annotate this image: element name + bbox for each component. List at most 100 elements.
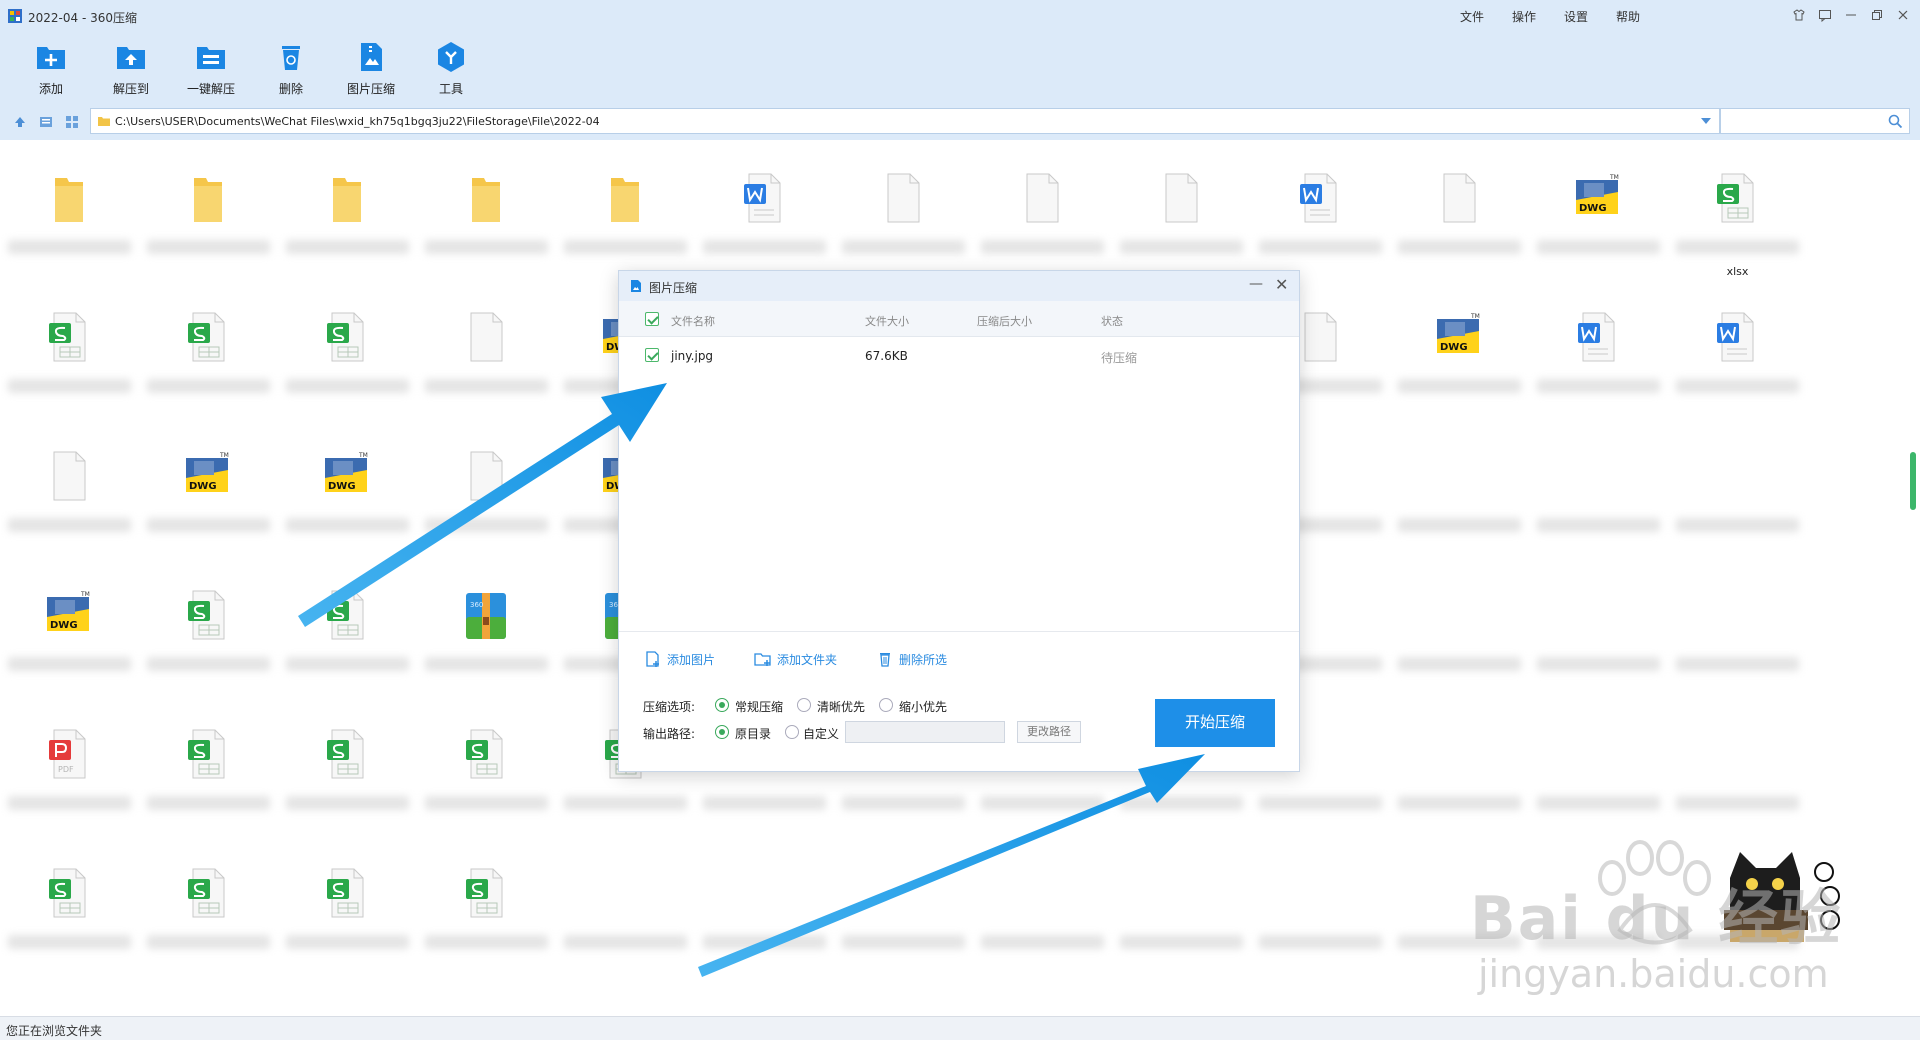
file-item[interactable] — [139, 696, 278, 835]
maximize-icon[interactable] — [1868, 6, 1886, 24]
file-item[interactable]: DWG TM — [139, 418, 278, 557]
file-item[interactable] — [417, 418, 556, 557]
file-item[interactable]: DWG TM — [1390, 279, 1529, 418]
file-item[interactable] — [973, 140, 1112, 279]
delete-button[interactable]: 删除 — [256, 40, 326, 97]
file-item[interactable] — [1112, 140, 1251, 279]
file-item[interactable] — [1390, 140, 1529, 279]
scrollbar-thumb[interactable] — [1910, 452, 1916, 510]
file-item[interactable] — [1390, 557, 1529, 696]
file-item[interactable]: PDF — [0, 696, 139, 835]
minimize-icon[interactable] — [1842, 6, 1860, 24]
add-image-button[interactable]: 添加图片 — [643, 649, 715, 669]
menu-file[interactable]: 文件 — [1460, 8, 1484, 25]
delete-selected-button[interactable]: 删除所选 — [875, 649, 947, 669]
file-item[interactable] — [0, 418, 139, 557]
svg-text:DWG: DWG — [1440, 342, 1468, 353]
file-item[interactable] — [1529, 696, 1668, 835]
file-item[interactable] — [1668, 279, 1807, 418]
file-item[interactable] — [278, 279, 417, 418]
dialog-close-icon[interactable]: ✕ — [1275, 275, 1288, 294]
file-item[interactable] — [0, 140, 139, 279]
search-input[interactable] — [1725, 109, 1885, 133]
select-all-checkbox[interactable] — [645, 312, 659, 326]
file-item[interactable] — [1390, 418, 1529, 557]
file-item[interactable] — [417, 835, 556, 974]
file-item[interactable] — [973, 835, 1112, 974]
up-folder-icon[interactable] — [12, 114, 28, 130]
file-item[interactable] — [695, 140, 834, 279]
start-compress-button[interactable]: 开始压缩 — [1155, 699, 1275, 747]
file-item[interactable] — [417, 696, 556, 835]
file-item[interactable] — [278, 696, 417, 835]
column-compressed-size[interactable]: 压缩后大小 — [977, 313, 1032, 329]
radio-clarity-first[interactable] — [797, 698, 811, 712]
extract-to-button[interactable]: 解压到 — [96, 40, 166, 97]
file-item[interactable]: DWG TM — [1529, 140, 1668, 279]
file-item[interactable] — [0, 835, 139, 974]
column-size[interactable]: 文件大小 — [865, 313, 909, 329]
radio-normal-compress[interactable] — [715, 698, 729, 712]
radio-custom-label[interactable]: 自定义 — [803, 725, 839, 742]
file-item[interactable] — [139, 140, 278, 279]
radio-original-dir[interactable] — [715, 725, 729, 739]
tools-button[interactable]: 工具 — [416, 40, 486, 97]
file-item[interactable] — [139, 279, 278, 418]
file-item[interactable] — [1390, 696, 1529, 835]
file-item[interactable] — [1529, 418, 1668, 557]
skin-icon[interactable] — [1790, 6, 1808, 24]
radio-clarity-label[interactable]: 清晰优先 — [817, 698, 865, 715]
row-checkbox[interactable] — [645, 348, 659, 362]
path-input[interactable]: C:\Users\USER\Documents\WeChat Files\wxi… — [90, 108, 1720, 134]
file-item[interactable] — [1668, 557, 1807, 696]
file-item[interactable] — [1251, 140, 1390, 279]
file-item[interactable] — [1529, 557, 1668, 696]
file-item[interactable] — [1668, 696, 1807, 835]
radio-original-dir-label[interactable]: 原目录 — [735, 725, 771, 742]
file-item[interactable] — [139, 835, 278, 974]
menu-settings[interactable]: 设置 — [1564, 8, 1588, 25]
file-item[interactable] — [1668, 418, 1807, 557]
message-icon[interactable] — [1816, 6, 1834, 24]
file-item[interactable] — [278, 835, 417, 974]
radio-smaller-label[interactable]: 缩小优先 — [899, 698, 947, 715]
file-item[interactable] — [834, 835, 973, 974]
image-compress-button[interactable]: 图片压缩 — [336, 40, 406, 97]
grid-view-icon[interactable] — [64, 114, 80, 130]
change-path-button[interactable]: 更改路径 — [1017, 721, 1081, 743]
menu-help[interactable]: 帮助 — [1616, 8, 1640, 25]
file-item[interactable] — [1529, 279, 1668, 418]
column-status[interactable]: 状态 — [1101, 313, 1123, 329]
file-item[interactable] — [1251, 835, 1390, 974]
add-button[interactable]: 添加 — [16, 40, 86, 97]
custom-path-input[interactable] — [845, 721, 1005, 743]
file-item[interactable] — [0, 279, 139, 418]
file-item[interactable]: DWG TM — [278, 418, 417, 557]
file-item[interactable] — [695, 835, 834, 974]
file-item[interactable]: DWG TM — [0, 557, 139, 696]
radio-custom-path[interactable] — [785, 725, 799, 739]
column-name[interactable]: 文件名称 — [671, 313, 715, 329]
menu-operate[interactable]: 操作 — [1512, 8, 1536, 25]
file-item[interactable] — [556, 140, 695, 279]
file-item[interactable]: xlsx — [1668, 140, 1807, 279]
file-item[interactable]: 360 — [417, 557, 556, 696]
search-icon[interactable] — [1888, 114, 1903, 129]
file-item[interactable] — [417, 279, 556, 418]
file-item[interactable] — [278, 557, 417, 696]
file-item[interactable] — [556, 835, 695, 974]
file-item[interactable] — [417, 140, 556, 279]
close-icon[interactable] — [1894, 6, 1912, 24]
table-row[interactable]: jiny.jpg 67.6KB 待压缩 — [619, 337, 1299, 373]
file-item[interactable] — [139, 557, 278, 696]
file-item[interactable] — [834, 140, 973, 279]
radio-smaller-first[interactable] — [879, 698, 893, 712]
file-item[interactable] — [278, 140, 417, 279]
radio-normal-label[interactable]: 常规压缩 — [735, 698, 783, 715]
one-click-extract-button[interactable]: 一键解压 — [176, 40, 246, 97]
add-folder-button[interactable]: 添加文件夹 — [753, 649, 837, 669]
dialog-minimize-icon[interactable]: — — [1249, 276, 1263, 292]
list-view-icon[interactable] — [38, 114, 54, 130]
file-item[interactable] — [1112, 835, 1251, 974]
chevron-down-icon[interactable] — [1701, 117, 1711, 125]
